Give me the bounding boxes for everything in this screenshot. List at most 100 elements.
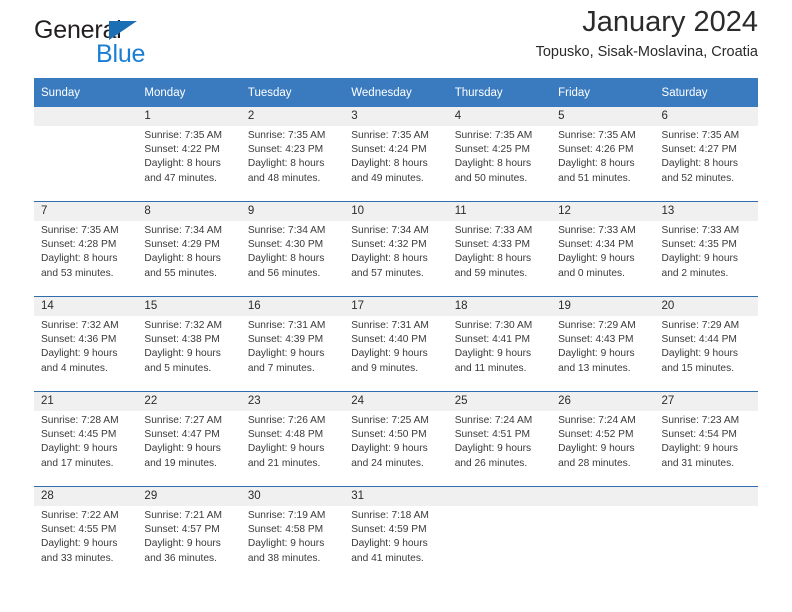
daylight-text-cont: and 56 minutes. [247, 267, 321, 279]
day-number[interactable]: 15 [137, 296, 241, 316]
daylight-text: Daylight: 9 hours [144, 348, 221, 360]
weekday-header-sunday: Sunday [34, 78, 138, 107]
day-cell[interactable]: Sunrise: 7:35 AM Sunset: 4:27 PM Daylight:… [654, 126, 758, 202]
day-number[interactable]: 8 [137, 201, 241, 221]
day-number[interactable]: 13 [654, 201, 758, 221]
daylight-text: Daylight: 8 hours [144, 253, 221, 265]
page-title: January 2024 [582, 6, 758, 38]
day-cell[interactable]: Sunrise: 7:24 AM Sunset: 4:52 PM Daylight:… [551, 411, 655, 487]
day-cell[interactable]: Sunrise: 7:33 AM Sunset: 4:35 PM Daylight:… [654, 221, 758, 297]
daylight-text: Daylight: 9 hours [247, 443, 325, 455]
day-number[interactable]: 5 [551, 107, 655, 126]
day-number[interactable]: 12 [551, 201, 655, 221]
day-cell[interactable]: Sunrise: 7:34 AM Sunset: 4:32 PM Daylight:… [344, 221, 448, 297]
sunset-text: Sunset: 4:34 PM [558, 239, 634, 251]
day-cell[interactable]: Sunrise: 7:28 AM Sunset: 4:45 PM Daylight:… [34, 411, 138, 487]
day-cell[interactable]: Sunrise: 7:23 AM Sunset: 4:54 PM Daylight:… [654, 411, 758, 487]
daylight-text-cont: and 57 minutes. [351, 267, 424, 279]
day-number[interactable]: 22 [137, 391, 241, 411]
daylight-text: Daylight: 9 hours [454, 348, 532, 360]
day-number[interactable]: 21 [34, 391, 138, 411]
day-cell[interactable]: Sunrise: 7:29 AM Sunset: 4:43 PM Daylight:… [551, 316, 655, 392]
day-number[interactable]: 17 [344, 296, 448, 316]
day-number[interactable]: 30 [240, 486, 345, 506]
sunrise-text: Sunrise: 7:25 AM [351, 415, 429, 426]
day-cell[interactable]: Sunrise: 7:33 AM Sunset: 4:33 PM Daylight:… [447, 221, 552, 297]
daylight-text: Daylight: 9 hours [144, 443, 221, 455]
day-number[interactable]: 6 [654, 107, 758, 126]
day-cell[interactable]: Sunrise: 7:31 AM Sunset: 4:40 PM Daylight:… [344, 316, 448, 392]
day-number[interactable]: 20 [654, 296, 758, 316]
day-number[interactable]: 28 [34, 486, 138, 506]
day-cell[interactable]: Sunrise: 7:35 AM Sunset: 4:28 PM Daylight:… [34, 221, 138, 297]
day-cell[interactable]: Sunrise: 7:32 AM Sunset: 4:36 PM Daylight:… [34, 316, 138, 392]
day-cell[interactable]: Sunrise: 7:35 AM Sunset: 4:23 PM Daylight:… [240, 126, 345, 202]
sunrise-text: Sunrise: 7:35 AM [454, 130, 533, 141]
day-number[interactable]: 26 [551, 391, 655, 411]
day-cell[interactable]: Sunrise: 7:25 AM Sunset: 4:50 PM Daylight:… [344, 411, 448, 487]
day-number[interactable]: 7 [34, 201, 138, 221]
day-cell[interactable]: Sunrise: 7:19 AM Sunset: 4:58 PM Daylight:… [240, 506, 345, 581]
day-number[interactable]: 18 [447, 296, 552, 316]
day-cell[interactable]: Sunrise: 7:35 AM Sunset: 4:24 PM Daylight:… [344, 126, 448, 202]
day-number[interactable]: 19 [551, 296, 655, 316]
sunset-text: Sunset: 4:23 PM [247, 144, 324, 156]
day-cell[interactable]: Sunrise: 7:34 AM Sunset: 4:30 PM Daylight:… [240, 221, 345, 297]
day-cell[interactable]: Sunrise: 7:35 AM Sunset: 4:26 PM Daylight:… [551, 126, 655, 202]
day-number[interactable]: 27 [654, 391, 758, 411]
day-number[interactable]: 31 [344, 486, 448, 506]
day-cell[interactable]: Sunrise: 7:21 AM Sunset: 4:57 PM Daylight:… [137, 506, 241, 581]
week-daynum-row: 123456 [34, 107, 758, 126]
day-number[interactable]: 2 [240, 107, 345, 126]
daylight-text: Daylight: 9 hours [661, 348, 738, 360]
day-number[interactable]: 14 [34, 296, 138, 316]
daylight-text-cont: and 33 minutes. [41, 552, 114, 564]
daylight-text: Daylight: 9 hours [661, 253, 738, 265]
sunrise-text: Sunrise: 7:30 AM [454, 320, 533, 331]
day-number[interactable]: 25 [447, 391, 552, 411]
day-number[interactable]: 10 [344, 201, 448, 221]
sunset-text: Sunset: 4:28 PM [41, 239, 117, 251]
sunset-text: Sunset: 4:38 PM [144, 334, 220, 346]
day-number[interactable]: 16 [240, 296, 345, 316]
day-cell[interactable]: Sunrise: 7:32 AM Sunset: 4:38 PM Daylight:… [137, 316, 241, 392]
sunrise-text: Sunrise: 7:18 AM [351, 510, 429, 521]
day-cell[interactable]: Sunrise: 7:30 AM Sunset: 4:41 PM Daylight:… [447, 316, 552, 392]
calendar-table: Sunday Monday Tuesday Wednesday Thursday… [34, 78, 758, 581]
day-cell[interactable]: Sunrise: 7:35 AM Sunset: 4:22 PM Daylight:… [137, 126, 241, 202]
day-number[interactable]: 1 [137, 107, 241, 126]
daylight-text: Daylight: 8 hours [247, 253, 325, 265]
sunset-text: Sunset: 4:52 PM [558, 429, 634, 441]
sunset-text: Sunset: 4:22 PM [144, 144, 220, 156]
brand-logo[interactable]: General Blue [34, 16, 274, 72]
day-number[interactable]: 23 [240, 391, 345, 411]
day-number[interactable]: 11 [447, 201, 552, 221]
daylight-text: Daylight: 9 hours [351, 348, 428, 360]
daylight-text: Daylight: 8 hours [558, 158, 635, 170]
day-cell[interactable]: Sunrise: 7:34 AM Sunset: 4:29 PM Daylight:… [137, 221, 241, 297]
day-number[interactable]: 3 [344, 107, 448, 126]
sunset-text: Sunset: 4:43 PM [558, 334, 634, 346]
day-cell[interactable]: Sunrise: 7:22 AM Sunset: 4:55 PM Daylight:… [34, 506, 138, 581]
day-number[interactable]: 9 [240, 201, 345, 221]
daylight-text-cont: and 26 minutes. [454, 457, 528, 469]
day-cell[interactable]: Sunrise: 7:33 AM Sunset: 4:34 PM Daylight:… [551, 221, 655, 297]
day-cell[interactable]: Sunrise: 7:18 AM Sunset: 4:59 PM Daylight:… [344, 506, 448, 581]
day-number[interactable]: 4 [447, 107, 552, 126]
day-number[interactable]: 29 [137, 486, 241, 506]
day-number[interactable]: 24 [344, 391, 448, 411]
sunrise-text: Sunrise: 7:31 AM [351, 320, 429, 331]
daylight-text: Daylight: 8 hours [41, 253, 118, 265]
day-cell[interactable]: Sunrise: 7:35 AM Sunset: 4:25 PM Daylight:… [447, 126, 552, 202]
sunset-text: Sunset: 4:55 PM [41, 524, 117, 536]
day-cell[interactable]: Sunrise: 7:31 AM Sunset: 4:39 PM Daylight:… [240, 316, 345, 392]
sunrise-text: Sunrise: 7:35 AM [558, 130, 636, 141]
day-cell[interactable]: Sunrise: 7:27 AM Sunset: 4:47 PM Daylight:… [137, 411, 241, 487]
day-cell[interactable]: Sunrise: 7:26 AM Sunset: 4:48 PM Daylight:… [240, 411, 345, 487]
day-cell[interactable]: Sunrise: 7:29 AM Sunset: 4:44 PM Daylight:… [654, 316, 758, 392]
brand-name-blue: Blue [96, 40, 146, 68]
daylight-text-cont: and 13 minutes. [558, 362, 631, 374]
day-cell[interactable]: Sunrise: 7:24 AM Sunset: 4:51 PM Daylight:… [447, 411, 552, 487]
daylight-text-cont: and 11 minutes. [454, 362, 527, 374]
page-subtitle: Topusko, Sisak-Moslavina, Croatia [535, 44, 758, 61]
